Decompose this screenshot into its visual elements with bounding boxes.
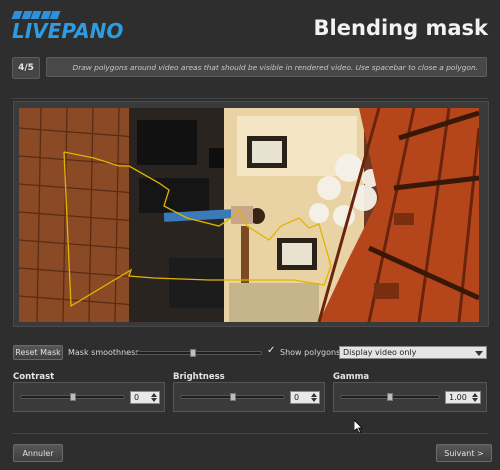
app-logo: LIVEPANO xyxy=(12,19,124,43)
preview-image xyxy=(19,108,479,322)
video-preview[interactable] xyxy=(19,108,479,322)
reset-mask-button[interactable]: Reset Mask xyxy=(13,345,63,360)
brightness-box: 0 xyxy=(173,382,325,412)
page-title: Blending mask xyxy=(313,16,488,40)
spinner-arrows-icon[interactable] xyxy=(309,393,318,402)
mask-smoothness-thumb[interactable] xyxy=(190,349,196,357)
logo-stripes xyxy=(11,11,61,19)
contrast-box: 0 xyxy=(13,382,165,412)
step-badge: 4/5 xyxy=(12,57,40,79)
contrast-value: 0 xyxy=(134,393,140,402)
gamma-slider-thumb[interactable] xyxy=(387,393,393,401)
gamma-box: 1.00 xyxy=(333,382,487,412)
contrast-slider-thumb[interactable] xyxy=(69,393,76,401)
brightness-value: 0 xyxy=(294,393,300,402)
mask-smoothness-label: Mask smoothness xyxy=(68,348,140,357)
spinner-arrows-icon[interactable] xyxy=(149,393,158,402)
divider xyxy=(12,433,488,434)
display-mode-select[interactable]: Display video only xyxy=(339,346,487,359)
divider xyxy=(12,98,488,99)
brightness-label: Brightness xyxy=(173,372,225,382)
contrast-label: Contrast xyxy=(13,372,55,382)
gamma-value: 1.00 xyxy=(449,393,467,402)
brightness-slider-thumb[interactable] xyxy=(229,393,236,401)
mask-smoothness-slider[interactable] xyxy=(136,351,262,355)
next-button[interactable]: Suivant > xyxy=(436,444,492,462)
gamma-input[interactable]: 1.00 xyxy=(445,391,481,404)
chevron-down-icon xyxy=(475,351,483,356)
show-polygons-label: Show polygons xyxy=(280,348,341,357)
spinner-arrows-icon[interactable] xyxy=(470,393,479,402)
contrast-input[interactable]: 0 xyxy=(130,391,160,404)
mouse-cursor-icon xyxy=(354,420,363,434)
gamma-label: Gamma xyxy=(333,372,370,382)
cancel-button[interactable]: Annuler xyxy=(13,444,63,462)
instruction-text: Draw polygons around video areas that sh… xyxy=(46,57,487,77)
show-polygons-checkbox[interactable]: ✓ xyxy=(267,345,275,356)
brightness-input[interactable]: 0 xyxy=(290,391,320,404)
display-mode-value: Display video only xyxy=(343,348,417,357)
